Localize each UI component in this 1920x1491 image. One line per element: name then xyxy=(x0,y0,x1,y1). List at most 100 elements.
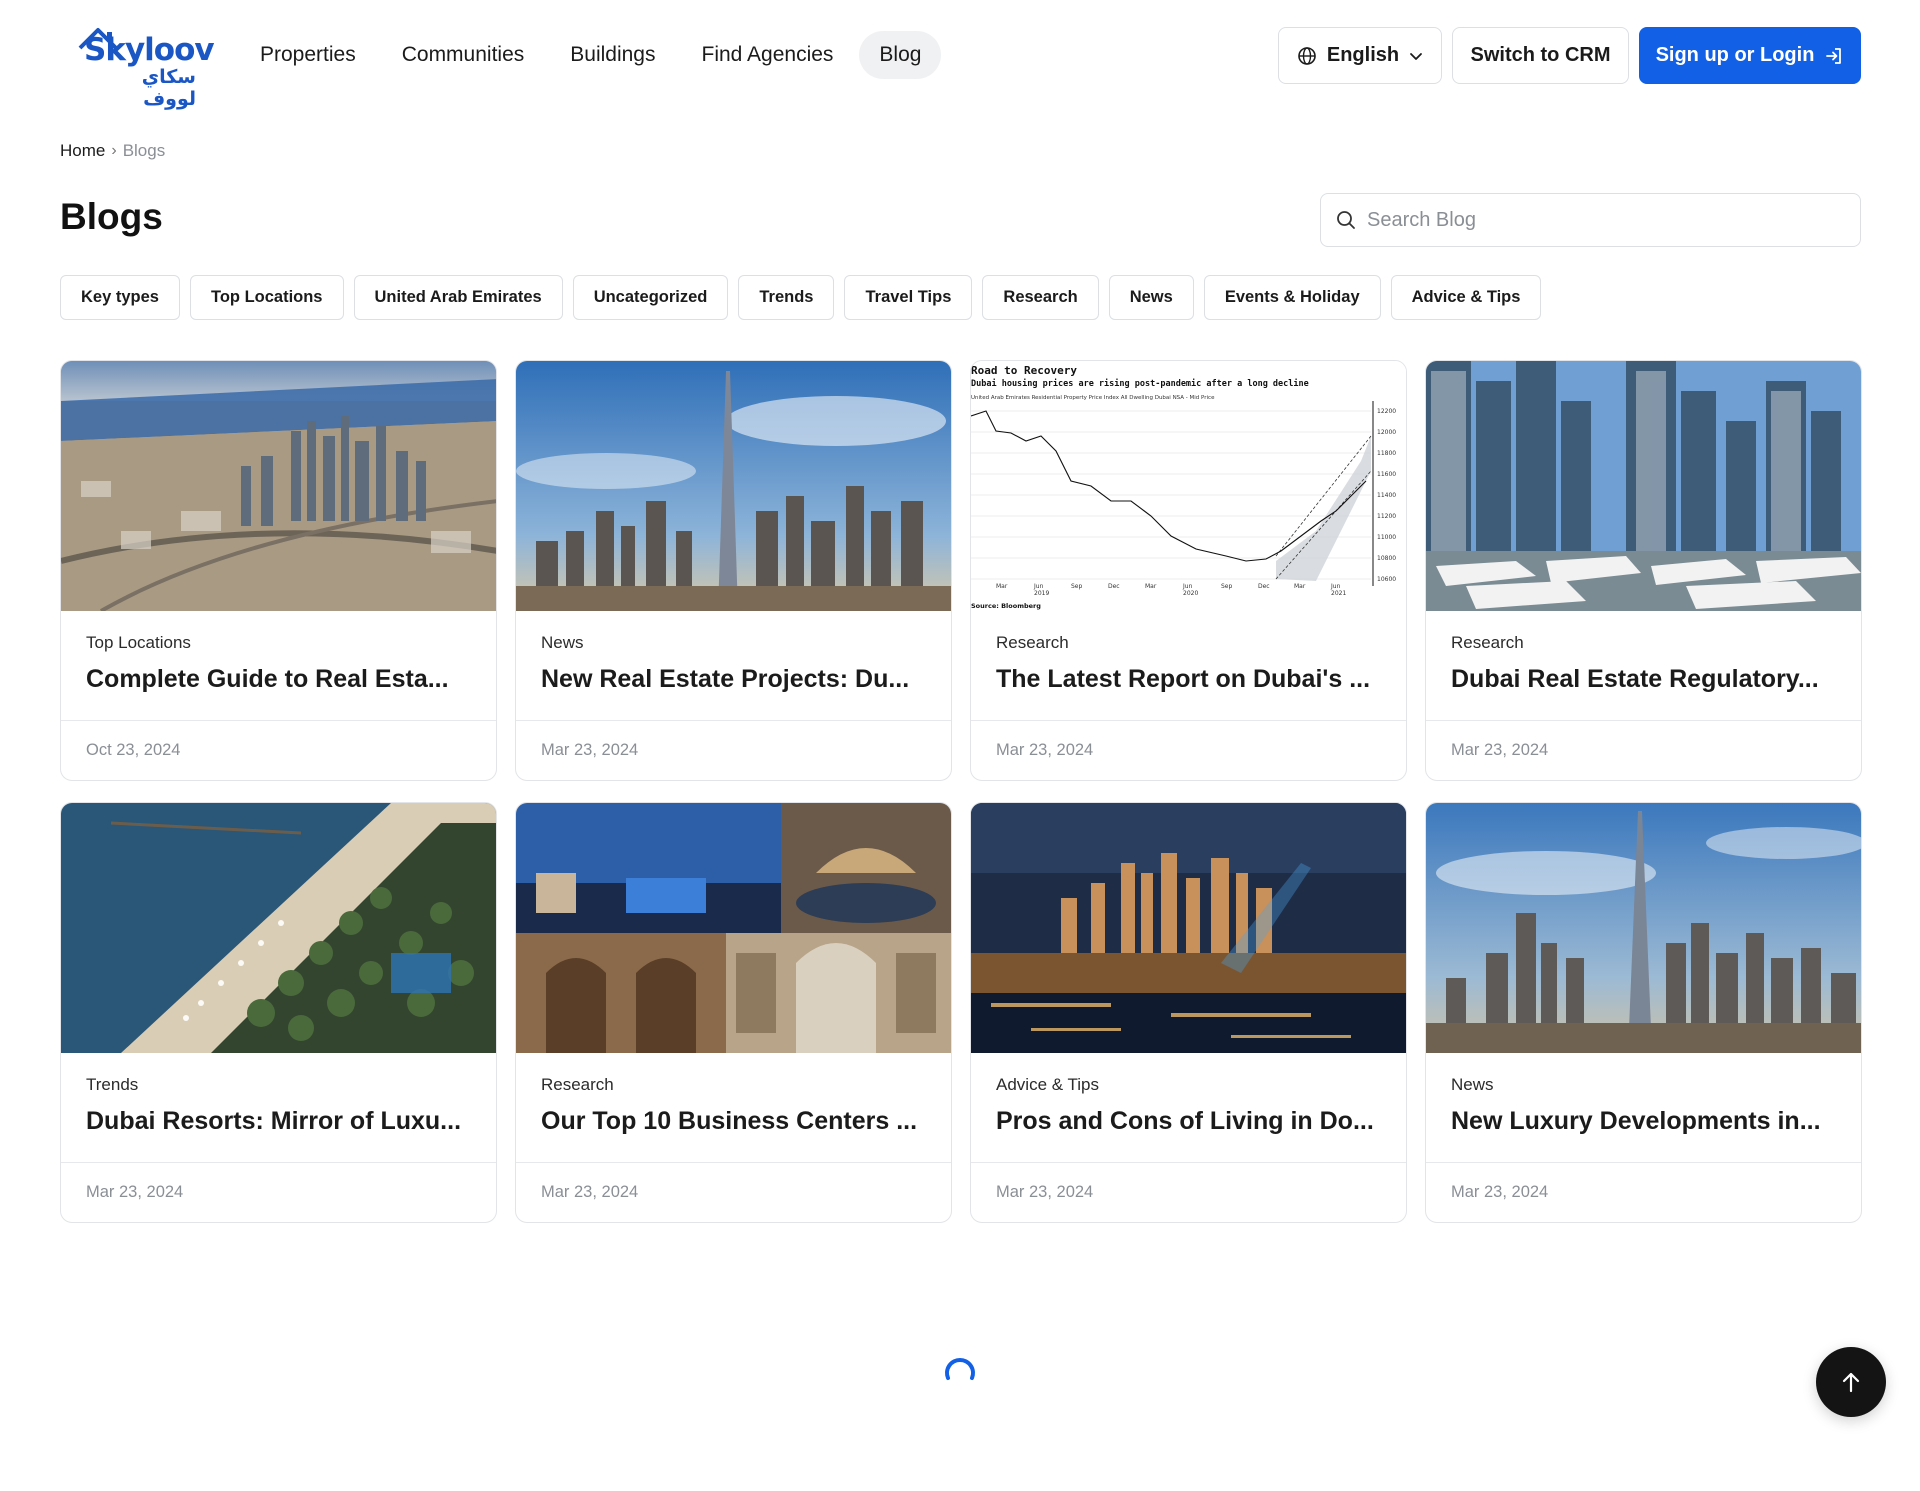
card-date: Mar 23, 2024 xyxy=(541,1183,639,1201)
chip-news[interactable]: News xyxy=(1108,275,1194,320)
chart-y-tick: 11800 xyxy=(1377,450,1396,457)
card-footer: Mar 23, 2024 xyxy=(971,721,1406,780)
card-date: Mar 23, 2024 xyxy=(996,1183,1094,1201)
blog-card[interactable]: Research Dubai Real Estate Regulatory...… xyxy=(1425,360,1862,781)
chart-y-tick: 10800 xyxy=(1377,555,1396,562)
chip-united-arab-emirates[interactable]: United Arab Emirates xyxy=(353,275,563,320)
chart-x-tick: Mar xyxy=(996,583,1008,590)
card-body: Top Locations Complete Guide to Real Est… xyxy=(61,611,496,721)
logo-text-en: Skyloov xyxy=(84,32,215,68)
card-category: Trends xyxy=(86,1075,139,1094)
arrow-up-icon xyxy=(1842,1372,1860,1393)
card-category: Top Locations xyxy=(86,633,191,652)
chart-x-tick: Mar xyxy=(1294,583,1306,590)
chip-research[interactable]: Research xyxy=(982,275,1099,320)
chart-y-tick: 11000 xyxy=(1377,534,1396,541)
chip-advice-tips[interactable]: Advice & Tips xyxy=(1390,275,1542,320)
breadcrumb-current: Blogs xyxy=(122,141,166,160)
marina-yachts-photo xyxy=(1426,361,1861,611)
chip-events-holiday[interactable]: Events & Holiday xyxy=(1203,275,1381,320)
chart-x-tick: Dec xyxy=(1258,583,1270,590)
site-header: Skyloov سكاي لووف Properties Communities… xyxy=(0,0,1920,110)
chart-y-tick: 11600 xyxy=(1377,471,1396,478)
card-title[interactable]: Dubai Resorts: Mirror of Luxu... xyxy=(86,1107,471,1136)
card-category: Research xyxy=(1451,633,1524,652)
card-title[interactable]: Pros and Cons of Living in Do... xyxy=(996,1107,1381,1136)
chart-x-tick: Sep xyxy=(1221,583,1233,590)
chip-key-types[interactable]: Key types xyxy=(60,275,180,320)
card-footer: Mar 23, 2024 xyxy=(1426,1163,1861,1222)
search-blog-input[interactable] xyxy=(1367,208,1837,232)
signup-login-button[interactable]: Sign up or Login xyxy=(1639,27,1861,84)
card-footer: Mar 23, 2024 xyxy=(516,721,951,780)
blog-card[interactable]: Trends Dubai Resorts: Mirror of Luxu... … xyxy=(60,802,497,1223)
search-blog-box[interactable] xyxy=(1320,193,1861,247)
card-body: Research Our Top 10 Business Centers ... xyxy=(516,1053,951,1163)
chart-x-tick: Dec xyxy=(1108,583,1120,590)
card-title[interactable]: Complete Guide to Real Esta... xyxy=(86,665,471,694)
chart-y-tick: 11200 xyxy=(1377,513,1396,520)
blog-card[interactable]: Top Locations Complete Guide to Real Est… xyxy=(60,360,497,781)
blog-card[interactable]: News New Real Estate Projects: Du... Mar… xyxy=(515,360,952,781)
blog-card[interactable]: News New Luxury Developments in... Mar 2… xyxy=(1425,802,1862,1223)
card-category: Research xyxy=(541,1075,614,1094)
card-footer: Oct 23, 2024 xyxy=(61,721,496,780)
skyloov-logo[interactable]: Skyloov سكاي لووف xyxy=(76,18,215,110)
card-date: Oct 23, 2024 xyxy=(86,741,181,759)
aerial-city-photo xyxy=(61,361,496,611)
logo-text-ar: سكاي لووف xyxy=(141,66,196,110)
card-body: Research Dubai Real Estate Regulatory... xyxy=(1426,611,1861,721)
chip-uncategorized[interactable]: Uncategorized xyxy=(572,275,729,320)
card-body: Advice & Tips Pros and Cons of Living in… xyxy=(971,1053,1406,1163)
card-title[interactable]: New Luxury Developments in... xyxy=(1451,1107,1836,1136)
breadcrumb-home-link[interactable]: Home xyxy=(60,141,105,161)
card-date: Mar 23, 2024 xyxy=(1451,1183,1549,1201)
chart-image-subtitle: Dubai housing prices are rising post-pan… xyxy=(971,378,1309,389)
login-icon xyxy=(1826,47,1842,64)
scroll-to-top-button[interactable] xyxy=(1816,1347,1886,1417)
main-nav: Properties Communities Buildings Find Ag… xyxy=(240,29,942,81)
loading-spinner-icon xyxy=(943,1354,977,1388)
chip-top-locations[interactable]: Top Locations xyxy=(189,275,344,320)
nav-find-agencies[interactable]: Find Agencies xyxy=(682,31,854,79)
chip-trends[interactable]: Trends xyxy=(738,275,835,320)
malls-collage-photo xyxy=(516,803,951,1053)
breadcrumb: Home › Blogs xyxy=(60,141,165,161)
blog-card[interactable]: Road to Recovery Dubai housing prices ar… xyxy=(970,360,1407,781)
nav-blog[interactable]: Blog xyxy=(859,31,942,79)
switch-to-crm-button[interactable]: Switch to CRM xyxy=(1452,27,1629,84)
card-footer: Mar 23, 2024 xyxy=(971,1163,1406,1222)
chip-travel-tips[interactable]: Travel Tips xyxy=(844,275,973,320)
card-footer: Mar 23, 2024 xyxy=(516,1163,951,1222)
chart-x-tick: Jun 2021 xyxy=(1330,583,1346,597)
chart-y-tick: 10600 xyxy=(1377,576,1396,583)
language-selector[interactable]: English xyxy=(1278,27,1442,84)
blog-card[interactable]: Research Our Top 10 Business Centers ...… xyxy=(515,802,952,1223)
burj-skyline-photo xyxy=(516,361,951,611)
beach-resort-photo xyxy=(61,803,496,1053)
card-category: News xyxy=(541,633,584,652)
chart-image-legend: United Arab Emirates Residential Propert… xyxy=(971,395,1215,401)
card-category: News xyxy=(1451,1075,1494,1094)
chart-y-tick: 12200 xyxy=(1377,408,1396,415)
card-title[interactable]: New Real Estate Projects: Du... xyxy=(541,665,926,694)
nav-properties[interactable]: Properties xyxy=(240,31,376,79)
card-date: Mar 23, 2024 xyxy=(86,1183,184,1201)
card-body: Research The Latest Report on Dubai's ..… xyxy=(971,611,1406,721)
chart-image-title: Road to Recovery xyxy=(971,364,1077,377)
chevron-right-icon: › xyxy=(111,142,117,159)
card-date: Mar 23, 2024 xyxy=(996,741,1094,759)
nav-buildings[interactable]: Buildings xyxy=(550,31,675,79)
login-label: Sign up or Login xyxy=(1655,44,1815,66)
card-category: Advice & Tips xyxy=(996,1075,1099,1094)
card-title[interactable]: Dubai Real Estate Regulatory... xyxy=(1451,665,1836,694)
chart-x-tick: Sep xyxy=(1071,583,1083,590)
chart-x-tick: Jun 2020 xyxy=(1182,583,1198,597)
card-title[interactable]: The Latest Report on Dubai's ... xyxy=(996,665,1381,694)
chart-image-source: Source: Bloomberg xyxy=(971,602,1041,610)
nav-communities[interactable]: Communities xyxy=(382,31,545,79)
blog-card[interactable]: Advice & Tips Pros and Cons of Living in… xyxy=(970,802,1407,1223)
card-title[interactable]: Our Top 10 Business Centers ... xyxy=(541,1107,926,1136)
card-footer: Mar 23, 2024 xyxy=(61,1163,496,1222)
page-title: Blogs xyxy=(60,196,163,237)
